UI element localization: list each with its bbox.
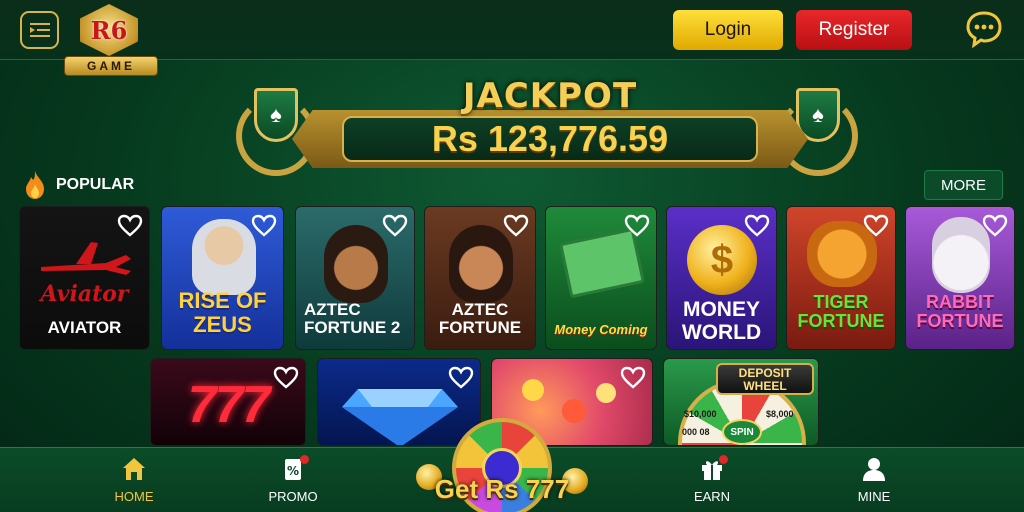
- game-tile-money-world[interactable]: $ MONEY WORLD: [666, 206, 777, 350]
- nav-mine[interactable]: MINE: [829, 456, 919, 508]
- favorite-heart-icon[interactable]: [251, 213, 277, 239]
- game-art-text: Aviator: [40, 281, 129, 307]
- favorite-heart-icon[interactable]: [744, 213, 770, 239]
- game-name: AVIATOR: [47, 318, 122, 337]
- popular-header: POPULAR: [22, 170, 134, 200]
- app-logo[interactable]: R6 GAME: [62, 2, 160, 78]
- favorite-heart-icon[interactable]: [863, 213, 889, 239]
- game-name: Money Coming: [554, 322, 648, 337]
- nav-label: MINE: [857, 489, 891, 504]
- more-button[interactable]: MORE: [924, 170, 1003, 200]
- favorite-heart-icon[interactable]: [624, 213, 650, 239]
- spade-icon: ♠: [254, 88, 298, 142]
- logo-mark: R6: [80, 4, 138, 56]
- plane-icon: [41, 242, 131, 275]
- menu-icon[interactable]: [20, 11, 59, 49]
- section-title: POPULAR: [56, 176, 135, 193]
- spin-label: SPIN: [722, 419, 762, 445]
- aztec-girl-art: [324, 225, 388, 303]
- fire-icon: [26, 171, 44, 199]
- favorite-heart-icon[interactable]: [117, 213, 143, 239]
- nav-promo[interactable]: % PROMO: [248, 455, 338, 508]
- game-tile-tiger-fortune[interactable]: TIGER FORTUNE: [786, 206, 896, 350]
- game-tile-deposit-wheel[interactable]: SPIN $10,000 $8,000 000 08 DEPOSIT WHEEL: [663, 358, 819, 446]
- svg-text:%: %: [287, 464, 299, 478]
- favorite-heart-icon[interactable]: [273, 365, 299, 391]
- game-name: RABBIT FORTUNE: [916, 292, 1004, 332]
- chat-icon[interactable]: [965, 10, 1003, 49]
- game-tile-rabbit-fortune[interactable]: RABBIT FORTUNE: [905, 206, 1015, 350]
- prize-value: 000 08: [682, 427, 710, 437]
- favorite-heart-icon[interactable]: [448, 365, 474, 391]
- game-name: AZTEC FORTUNE 2: [304, 300, 401, 338]
- nav-label: EARN: [693, 489, 731, 504]
- favorite-heart-icon[interactable]: [382, 213, 408, 239]
- favorite-heart-icon[interactable]: [982, 213, 1008, 239]
- user-icon: [863, 458, 885, 481]
- game-tile-777[interactable]: 777: [150, 358, 306, 446]
- get-bonus-label: Get Rs 777: [434, 474, 570, 504]
- home-icon: [123, 458, 145, 480]
- game-name: AZTEC FORTUNE: [438, 300, 522, 338]
- game-name: MONEY WORLD: [681, 298, 762, 344]
- game-tile-aviator[interactable]: Aviator AVIATOR: [19, 206, 150, 350]
- game-tile-aztec-fortune[interactable]: AZTEC FORTUNE: [424, 206, 536, 350]
- logo-subtext: GAME: [64, 56, 158, 76]
- nav-label: PROMO: [268, 489, 318, 504]
- prize-value: $10,000: [684, 409, 717, 419]
- notification-dot: [300, 455, 309, 464]
- prize-value: $8,000: [766, 409, 794, 419]
- favorite-heart-icon[interactable]: [503, 213, 529, 239]
- top-bar: R6 GAME Login Register: [0, 0, 1024, 76]
- game-tile-rise-of-zeus[interactable]: RISE OF ZEUS: [161, 206, 284, 350]
- nav-earn[interactable]: EARN: [667, 455, 757, 508]
- jackpot-banner: ♠ ♠ Rs 123,776.59 JACKPOT: [230, 68, 870, 180]
- game-name: TIGER FORTUNE: [797, 292, 885, 332]
- notification-dot: [719, 455, 728, 464]
- game-tile-money-coming[interactable]: Money Coming: [545, 206, 657, 350]
- get-bonus-button[interactable]: Get Rs 777: [412, 418, 592, 512]
- jackpot-title: JACKPOT: [462, 76, 638, 116]
- jackpot-amount: Rs 123,776.59: [342, 116, 758, 162]
- nav-home[interactable]: HOME: [89, 456, 179, 508]
- candy-art: [522, 379, 544, 401]
- game-name: DEPOSIT WHEEL: [716, 363, 814, 395]
- candy-art: [596, 383, 616, 403]
- login-button[interactable]: Login: [673, 10, 783, 50]
- register-button[interactable]: Register: [796, 10, 912, 50]
- nav-label: HOME: [114, 489, 154, 504]
- game-tile-aztec-fortune-2[interactable]: AZTEC FORTUNE 2: [295, 206, 415, 350]
- game-name: RISE OF ZEUS: [178, 288, 267, 337]
- zeus-art: [192, 219, 256, 295]
- favorite-heart-icon[interactable]: [620, 365, 646, 391]
